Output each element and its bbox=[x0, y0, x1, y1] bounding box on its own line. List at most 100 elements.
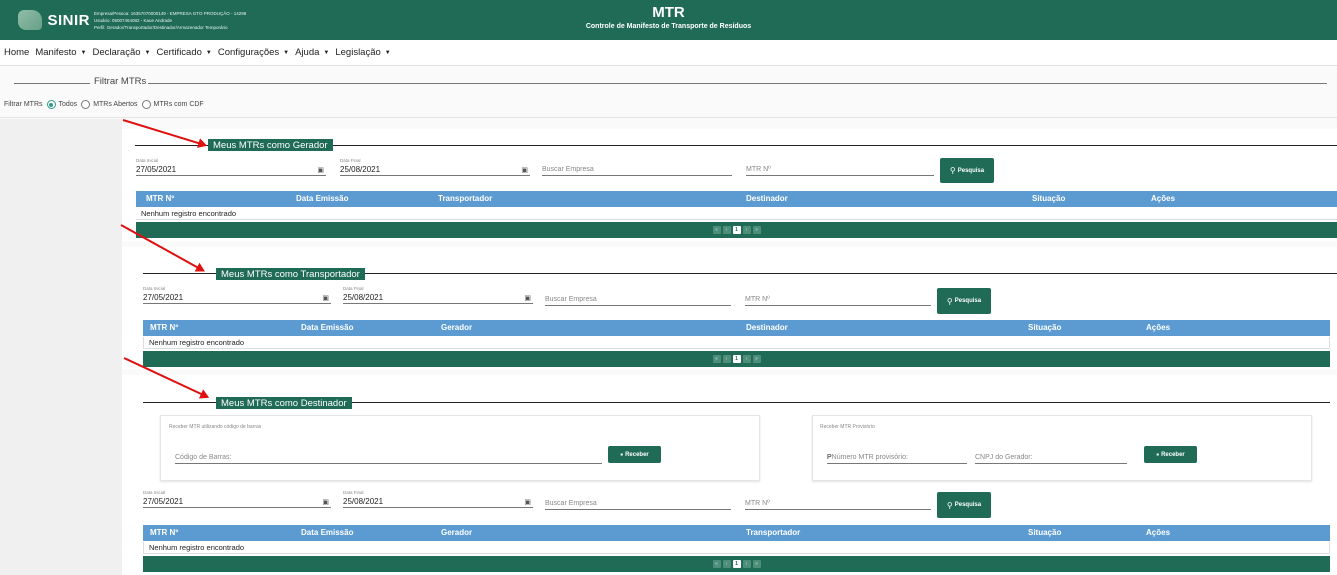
receive-barcode-button[interactable]: ▪ Receber bbox=[608, 446, 661, 463]
search-icon: ⚲ bbox=[946, 296, 953, 306]
destinador-empty-row: Nenhum registro encontrado bbox=[143, 542, 1330, 554]
menu-manifesto[interactable]: Manifesto ▼ bbox=[35, 47, 86, 58]
provisional-receive-box: Receber MTR Provisório PNúmero MTR provi… bbox=[812, 415, 1312, 481]
page-1-button[interactable]: 1 bbox=[732, 560, 741, 568]
calendar-icon[interactable]: ▣ bbox=[322, 293, 329, 304]
calendar-icon[interactable]: ▣ bbox=[317, 165, 324, 176]
caret-down-icon: ▼ bbox=[144, 49, 151, 56]
gerador-search-company[interactable]: Buscar Empresa bbox=[542, 164, 732, 176]
menu-ajuda[interactable]: Ajuda ▼ bbox=[295, 47, 329, 58]
menu-certificado[interactable]: Certificado ▼ bbox=[157, 47, 212, 58]
user-name: Usuário: 05007464082 - Kaue Andrade bbox=[94, 17, 173, 23]
button-label: Receber bbox=[1161, 451, 1185, 458]
menu-label: Legislação bbox=[335, 47, 381, 58]
logo-text: SINIR bbox=[47, 11, 90, 29]
sinir-logo[interactable]: SINIR bbox=[0, 10, 90, 30]
date-value: 27/05/2021 bbox=[136, 165, 177, 174]
button-label: Receber bbox=[625, 451, 649, 458]
transportador-search-button[interactable]: ⚲ Pesquisa bbox=[937, 288, 991, 314]
calendar-icon[interactable]: ▣ bbox=[322, 497, 329, 508]
barcode-receive-box: Receber MTR utilizando código de barras … bbox=[160, 415, 760, 481]
main-menu: Home Manifesto ▼ Declaração ▼ Certificado ▼… bbox=[0, 40, 1337, 66]
menu-label: Manifesto bbox=[35, 47, 77, 58]
search-icon: ⚲ bbox=[949, 166, 956, 175]
last-page-button[interactable]: » bbox=[752, 355, 761, 363]
first-page-button[interactable]: « bbox=[712, 560, 721, 568]
column-header: MTR Nº bbox=[146, 194, 175, 203]
cnpj-gerador-input[interactable]: CNPJ do Gerador: bbox=[975, 452, 1127, 464]
next-page-button[interactable]: › bbox=[742, 560, 751, 568]
placeholder: MTR Nº bbox=[745, 294, 931, 306]
button-label: Pesquisa bbox=[954, 502, 982, 508]
caret-down-icon: ▼ bbox=[283, 49, 290, 56]
filter-label: Filtrar MTRs bbox=[4, 101, 43, 108]
destinador-pagination: « ‹ 1 › » bbox=[143, 556, 1330, 572]
button-label: Pesquisa bbox=[957, 167, 985, 174]
placeholder: Buscar Empresa bbox=[545, 498, 731, 510]
calendar-icon[interactable]: ▣ bbox=[524, 497, 531, 508]
radio-label: MTRs com CDF bbox=[153, 101, 204, 108]
placeholder: Código de Barras: bbox=[175, 452, 602, 464]
radio-mtrs-abertos[interactable] bbox=[81, 100, 91, 109]
prev-page-button[interactable]: ‹ bbox=[722, 355, 731, 363]
first-page-button[interactable]: « bbox=[712, 355, 721, 363]
column-header: Data Emissão bbox=[296, 194, 349, 203]
radio-todos[interactable] bbox=[46, 100, 56, 109]
column-header: Ações bbox=[1146, 323, 1171, 332]
placeholder: MTR Nº bbox=[746, 164, 934, 176]
section-title-gerador: Meus MTRs como Gerador bbox=[208, 139, 333, 151]
first-page-button[interactable]: « bbox=[712, 226, 721, 234]
filter-legend: Filtrar MTRs bbox=[92, 76, 149, 87]
destinador-date-start[interactable]: Data Inicial 27/05/2021 ▣ bbox=[143, 490, 331, 508]
destinador-table-header: MTR Nº Data Emissão Gerador Transportado… bbox=[143, 525, 1330, 541]
prev-page-button[interactable]: ‹ bbox=[722, 560, 731, 568]
date-value: 27/05/2021 bbox=[143, 497, 184, 506]
menu-declaracao[interactable]: Declaração ▼ bbox=[92, 47, 150, 58]
brazil-map-icon bbox=[18, 10, 43, 30]
page-1-button[interactable]: 1 bbox=[732, 226, 741, 234]
page-1-button[interactable]: 1 bbox=[732, 355, 741, 363]
barcode-input[interactable]: Código de Barras: bbox=[175, 452, 602, 464]
menu-label: Home bbox=[4, 47, 30, 58]
caret-down-icon: ▼ bbox=[80, 49, 87, 56]
date-value: 25/08/2021 bbox=[340, 165, 381, 174]
transportador-date-start[interactable]: Data Inicial 27/05/2021 ▣ bbox=[143, 286, 331, 304]
caret-down-icon: ▼ bbox=[323, 49, 330, 56]
radio-label: MTRs Abertos bbox=[93, 101, 138, 108]
transportador-table-header: MTR Nº Data Emissão Gerador Destinador S… bbox=[143, 320, 1330, 336]
last-page-button[interactable]: » bbox=[752, 560, 761, 568]
column-header: Data Emissão bbox=[301, 528, 354, 537]
radio-mtrs-cdf[interactable] bbox=[141, 100, 151, 109]
gerador-date-start[interactable]: Data Inicial 27/05/2021 ▣ bbox=[136, 158, 326, 176]
destinador-mtr-number[interactable]: MTR Nº bbox=[745, 498, 931, 510]
date-value: 25/08/2021 bbox=[343, 293, 384, 302]
transportador-date-end[interactable]: Data Final 25/08/2021 ▣ bbox=[343, 286, 533, 304]
user-info: Empresa/Pessoa: 16357070000149 - EMPRESA… bbox=[90, 10, 290, 31]
gerador-date-end[interactable]: Data Final 25/08/2021 ▣ bbox=[340, 158, 530, 176]
column-header: Data Emissão bbox=[301, 323, 354, 332]
next-page-button[interactable]: › bbox=[742, 355, 751, 363]
gerador-search-button[interactable]: ⚲ Pesquisa bbox=[940, 158, 994, 183]
transportador-search-company[interactable]: Buscar Empresa bbox=[545, 294, 731, 306]
fieldset-rule bbox=[144, 83, 1327, 84]
filter-radio-group: Filtrar MTRs Todos MTRs Abertos MTRs com… bbox=[4, 100, 204, 109]
menu-home[interactable]: Home bbox=[4, 47, 29, 58]
prev-page-button[interactable]: ‹ bbox=[722, 226, 731, 234]
gerador-mtr-number[interactable]: MTR Nº bbox=[746, 164, 934, 176]
calendar-icon[interactable]: ▣ bbox=[521, 165, 528, 176]
destinador-search-company[interactable]: Buscar Empresa bbox=[545, 498, 731, 510]
calendar-icon[interactable]: ▣ bbox=[524, 293, 531, 304]
provisional-label: Receber MTR Provisório bbox=[820, 424, 875, 430]
last-page-button[interactable]: » bbox=[752, 226, 761, 234]
destinador-date-end[interactable]: Data Final 25/08/2021 ▣ bbox=[343, 490, 533, 508]
column-header: Gerador bbox=[441, 323, 473, 332]
provisional-number-input[interactable]: PNúmero MTR provisório: bbox=[827, 452, 967, 464]
transportador-mtr-number[interactable]: MTR Nº bbox=[745, 294, 931, 306]
user-company: Empresa/Pessoa: 16357070000149 - EMPRESA… bbox=[94, 10, 247, 16]
next-page-button[interactable]: › bbox=[742, 226, 751, 234]
column-header: MTR Nº bbox=[150, 323, 179, 332]
menu-configuracoes[interactable]: Configurações ▼ bbox=[218, 47, 289, 58]
destinador-search-button[interactable]: ⚲ Pesquisa bbox=[937, 492, 991, 518]
menu-legislacao[interactable]: Legislação ▼ bbox=[335, 47, 390, 58]
receive-provisional-button[interactable]: ▪ Receber bbox=[1144, 446, 1197, 463]
